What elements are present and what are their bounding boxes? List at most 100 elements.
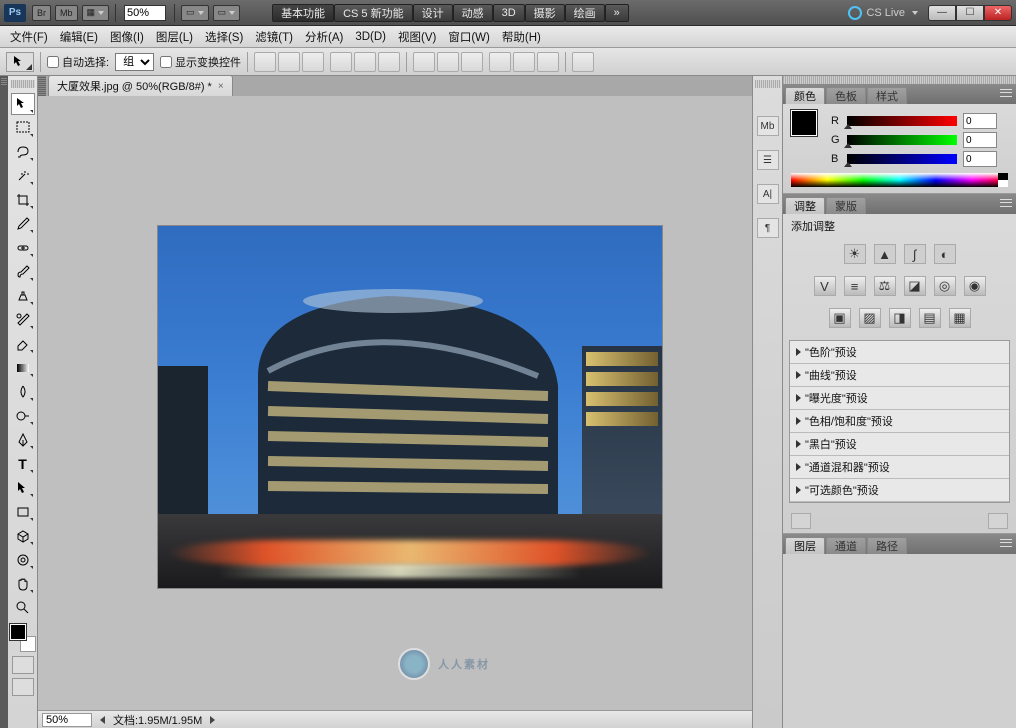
- distribute-top-button[interactable]: [413, 52, 435, 72]
- align-hcenter-button[interactable]: [354, 52, 376, 72]
- preset-hue-saturation[interactable]: "色相/饱和度"预设: [790, 410, 1009, 433]
- curves-icon[interactable]: ∫: [904, 244, 926, 264]
- 3d-tool[interactable]: [11, 525, 35, 547]
- spectrum-ramp[interactable]: [791, 173, 1008, 187]
- menu-edit[interactable]: 编辑(E): [54, 27, 104, 47]
- minibridge-button[interactable]: Mb: [55, 5, 78, 21]
- distribute-right-button[interactable]: [537, 52, 559, 72]
- close-document-icon[interactable]: ×: [218, 81, 224, 92]
- align-vcenter-button[interactable]: [278, 52, 300, 72]
- document-tab[interactable]: 大厦效果.jpg @ 50%(RGB/8#) * ×: [48, 75, 233, 96]
- eraser-tool[interactable]: [11, 333, 35, 355]
- zoom-status-input[interactable]: [42, 713, 92, 727]
- brush-tool[interactable]: [11, 261, 35, 283]
- canvas[interactable]: 人人素材: [38, 96, 752, 710]
- gradient-map-icon[interactable]: ▤: [919, 308, 941, 328]
- current-tool-preset[interactable]: [6, 52, 34, 72]
- menu-filter[interactable]: 滤镜(T): [249, 27, 299, 47]
- align-bottom-button[interactable]: [302, 52, 324, 72]
- menu-file[interactable]: 文件(F): [4, 27, 54, 47]
- preset-exposure[interactable]: "曝光度"预设: [790, 387, 1009, 410]
- menu-window[interactable]: 窗口(W): [442, 27, 496, 47]
- path-selection-tool[interactable]: [11, 477, 35, 499]
- workspace-motion[interactable]: 动感: [453, 4, 493, 22]
- auto-select-checkbox[interactable]: 自动选择:: [47, 54, 109, 70]
- minibridge-panel-icon[interactable]: Mb: [757, 116, 779, 136]
- pen-tool[interactable]: [11, 429, 35, 451]
- auto-align-button[interactable]: [572, 52, 594, 72]
- hue-saturation-icon[interactable]: ≡: [844, 276, 866, 296]
- distribute-bottom-button[interactable]: [461, 52, 483, 72]
- vibrance-icon[interactable]: V: [814, 276, 836, 296]
- hand-tool[interactable]: [11, 573, 35, 595]
- minimize-button[interactable]: —: [928, 5, 956, 21]
- preset-levels[interactable]: "色阶"预设: [790, 341, 1009, 364]
- tab-styles[interactable]: 样式: [867, 87, 907, 104]
- workspace-3d[interactable]: 3D: [493, 4, 525, 22]
- return-to-list-button[interactable]: [791, 513, 811, 529]
- healing-brush-tool[interactable]: [11, 237, 35, 259]
- clone-stamp-tool[interactable]: [11, 285, 35, 307]
- g-slider[interactable]: [847, 135, 957, 145]
- menu-3d[interactable]: 3D(D): [349, 29, 392, 45]
- workspace-cs5new[interactable]: CS 5 新功能: [334, 4, 413, 22]
- levels-icon[interactable]: ▲: [874, 244, 896, 264]
- preset-selective-color[interactable]: "可选颜色"预设: [790, 479, 1009, 502]
- b-input[interactable]: [963, 151, 997, 167]
- tab-color[interactable]: 颜色: [785, 87, 825, 104]
- auto-select-type[interactable]: 组: [115, 53, 154, 71]
- align-left-button[interactable]: [330, 52, 352, 72]
- history-brush-tool[interactable]: [11, 309, 35, 331]
- tab-swatches[interactable]: 色板: [826, 87, 866, 104]
- distribute-vcenter-button[interactable]: [437, 52, 459, 72]
- g-input[interactable]: [963, 132, 997, 148]
- tab-adjustments[interactable]: 调整: [785, 197, 825, 214]
- align-right-button[interactable]: [378, 52, 400, 72]
- panel-menu-icon[interactable]: [1000, 88, 1012, 98]
- distribute-left-button[interactable]: [489, 52, 511, 72]
- r-input[interactable]: [963, 113, 997, 129]
- workspace-more[interactable]: »: [605, 4, 629, 22]
- marquee-tool[interactable]: [11, 117, 35, 139]
- brightness-contrast-icon[interactable]: ☀: [844, 244, 866, 264]
- expand-view-button[interactable]: [988, 513, 1008, 529]
- show-transform-checkbox[interactable]: 显示变换控件: [160, 54, 241, 70]
- view-extras-button[interactable]: ▦: [82, 5, 110, 21]
- cslive-button[interactable]: CS Live: [842, 6, 924, 20]
- crop-tool[interactable]: [11, 189, 35, 211]
- align-top-button[interactable]: [254, 52, 276, 72]
- panel-fg-color[interactable]: [791, 110, 817, 136]
- lasso-tool[interactable]: [11, 141, 35, 163]
- tab-masks[interactable]: 蒙版: [826, 197, 866, 214]
- selective-color-icon[interactable]: ▦: [949, 308, 971, 328]
- zoom-input[interactable]: [124, 5, 166, 21]
- screenmode-toggle[interactable]: [12, 678, 34, 696]
- tab-channels[interactable]: 通道: [826, 537, 866, 554]
- workspace-painting[interactable]: 绘画: [565, 4, 605, 22]
- menu-help[interactable]: 帮助(H): [496, 27, 547, 47]
- color-swatches[interactable]: [10, 624, 36, 652]
- dodge-tool[interactable]: [11, 405, 35, 427]
- character-panel-icon[interactable]: A|: [757, 184, 779, 204]
- workspace-design[interactable]: 设计: [413, 4, 453, 22]
- close-button[interactable]: ✕: [984, 5, 1012, 21]
- foreground-color[interactable]: [10, 624, 26, 640]
- preset-curves[interactable]: "曲线"预设: [790, 364, 1009, 387]
- workspace-basic[interactable]: 基本功能: [272, 4, 334, 22]
- invert-icon[interactable]: ▣: [829, 308, 851, 328]
- r-slider[interactable]: [847, 116, 957, 126]
- status-prev-icon[interactable]: [100, 716, 105, 724]
- workspace-photography[interactable]: 摄影: [525, 4, 565, 22]
- tab-paths[interactable]: 路径: [867, 537, 907, 554]
- exposure-icon[interactable]: ◐: [934, 244, 956, 264]
- 3d-camera-tool[interactable]: [11, 549, 35, 571]
- menu-select[interactable]: 选择(S): [199, 27, 249, 47]
- maximize-button[interactable]: ☐: [956, 5, 984, 21]
- posterize-icon[interactable]: ▨: [859, 308, 881, 328]
- black-white-icon[interactable]: ◪: [904, 276, 926, 296]
- strip-grip[interactable]: [755, 80, 781, 88]
- gradient-tool[interactable]: [11, 357, 35, 379]
- photo-filter-icon[interactable]: ◎: [934, 276, 956, 296]
- status-next-icon[interactable]: [210, 716, 215, 724]
- bridge-button[interactable]: Br: [32, 5, 51, 21]
